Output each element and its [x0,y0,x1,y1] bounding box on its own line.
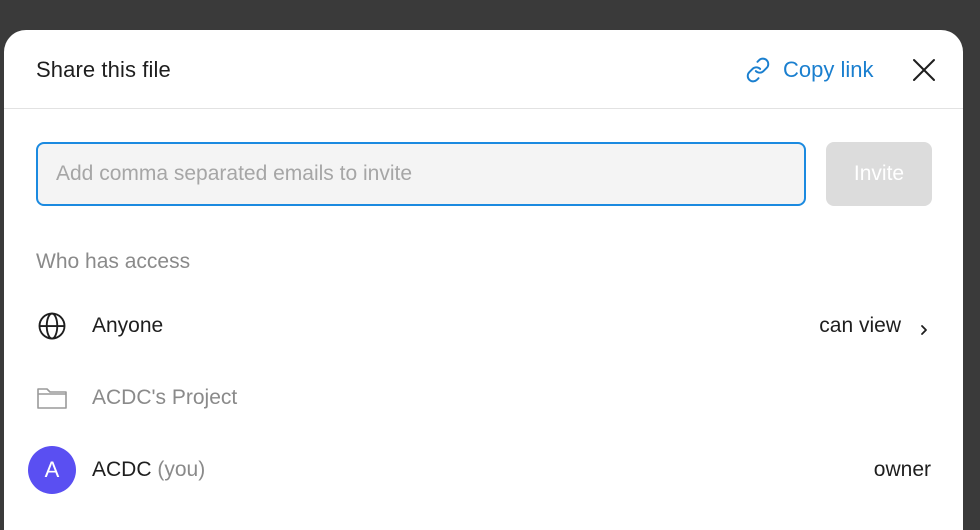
folder-icon [36,382,68,414]
access-row-name: ACDC's Project [92,386,238,409]
dialog-title: Share this file [36,57,171,82]
copy-link-label: Copy link [783,57,874,82]
who-has-access-heading: Who has access [36,250,191,273]
access-row-project: ACDC's Project [4,370,963,426]
invite-email-input[interactable] [36,142,806,206]
user-name: ACDC [92,458,152,481]
permission-label: owner [873,458,931,481]
access-row-name: Anyone [92,314,164,337]
avatar: A [28,446,76,494]
share-dialog: Share this file Copy link Invite Who has… [4,30,963,530]
dialog-header: Share this file Copy link [4,30,963,109]
you-suffix: (you) [157,458,206,481]
close-icon [913,59,935,81]
access-row-owner: A ACDC (you) owner [4,442,963,498]
permission-label: can view [819,314,901,337]
link-icon [745,57,771,83]
globe-icon [36,310,68,342]
close-button[interactable] [910,56,938,84]
copy-link-button[interactable]: Copy link [745,54,873,86]
permission-dropdown[interactable]: can view [819,314,931,338]
chevron-right-icon [917,319,931,335]
invite-button[interactable]: Invite [826,142,932,206]
access-row-name: ACDC (you) [92,458,205,482]
access-row-anyone[interactable]: Anyone can view [4,298,963,354]
